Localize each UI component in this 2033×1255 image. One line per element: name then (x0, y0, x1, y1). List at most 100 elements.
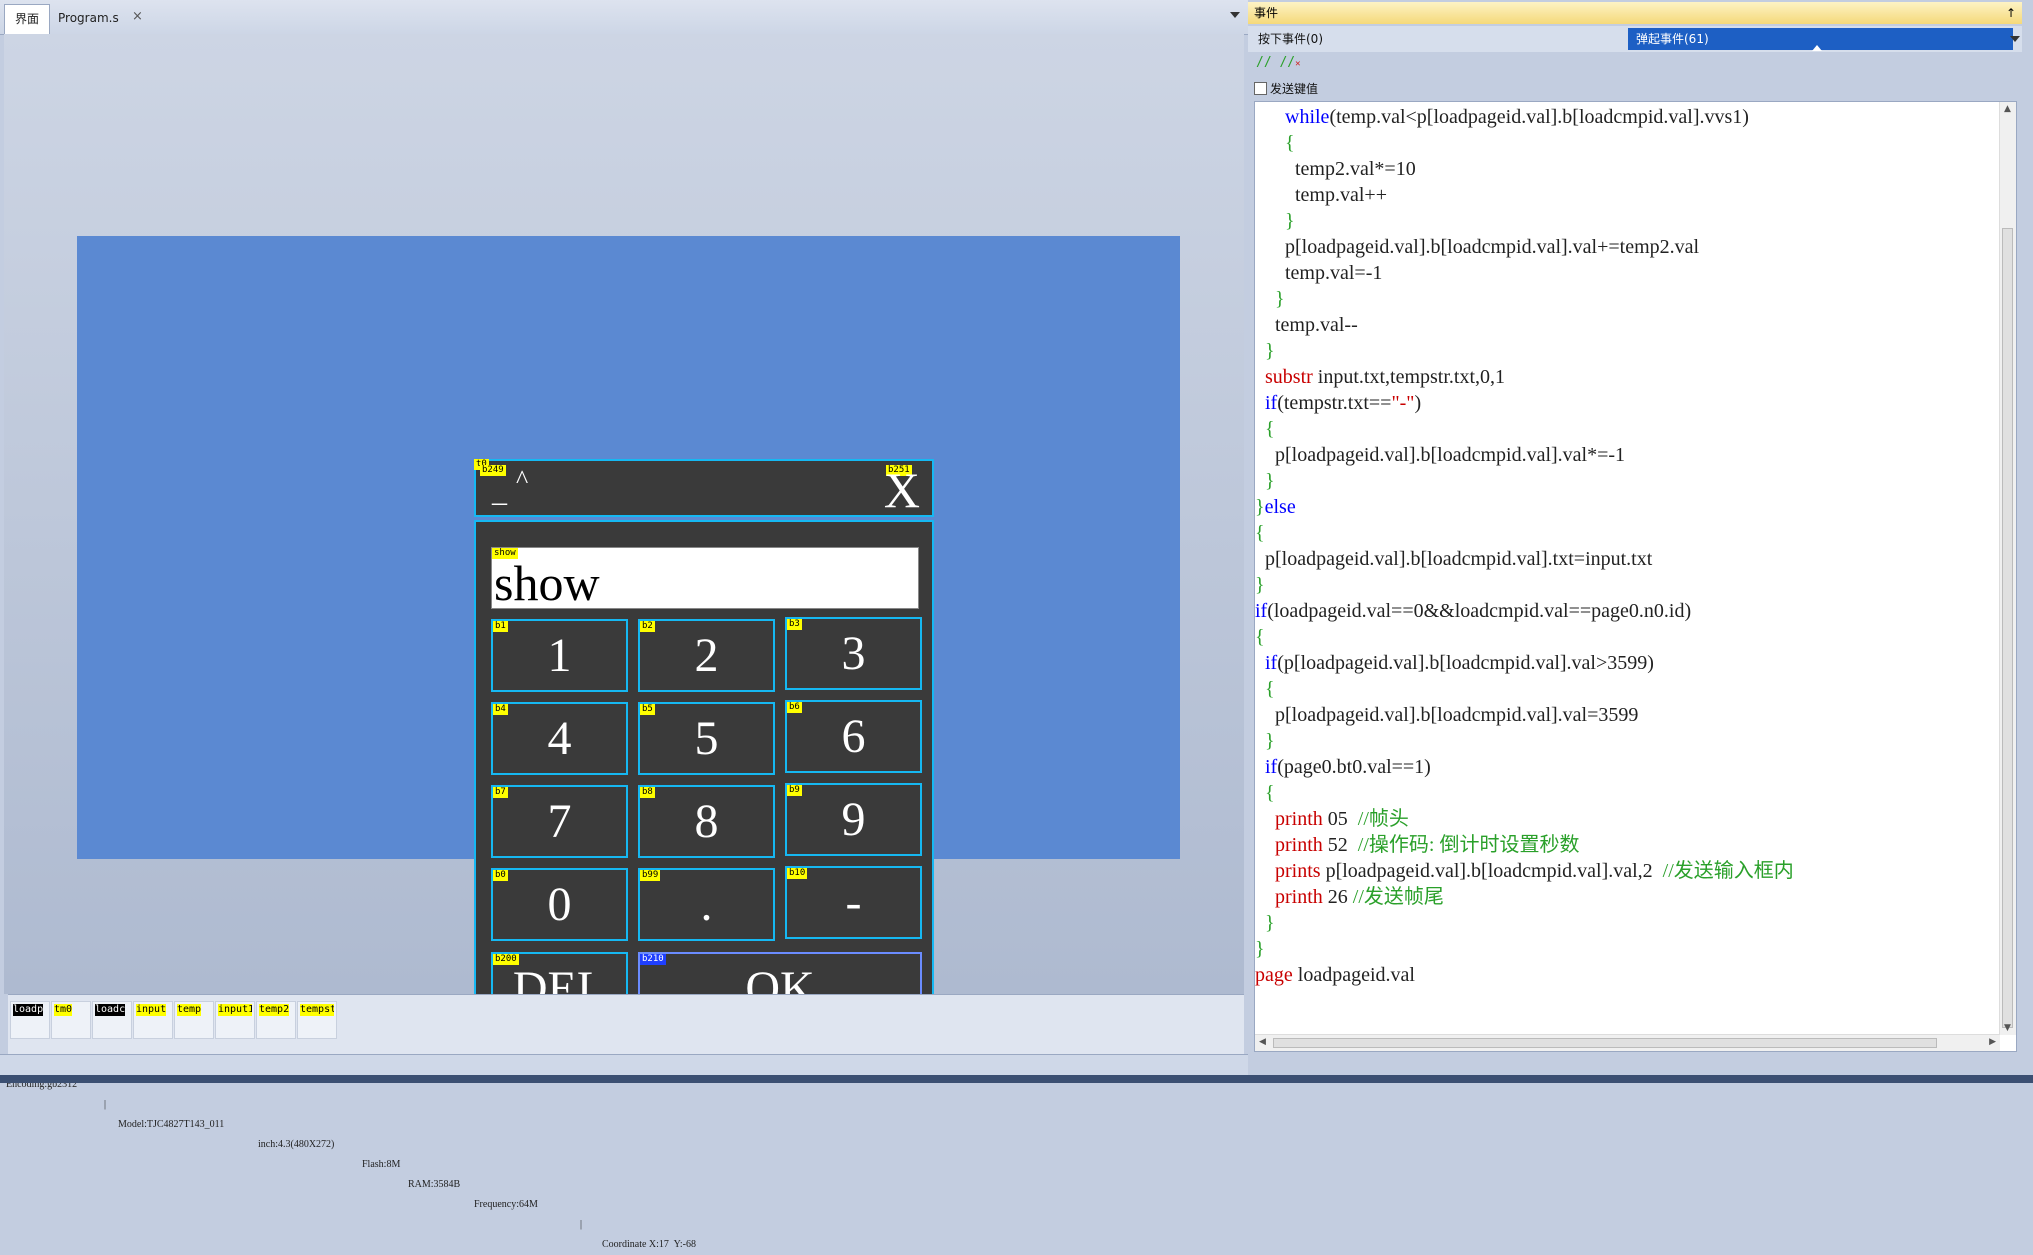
widget-tm0[interactable]: tm0 (51, 1001, 91, 1039)
key-0[interactable]: b0 0 (491, 868, 628, 941)
code-line[interactable]: if(p[loadpageid.val].b[loadcmpid.val].va… (1255, 650, 2000, 676)
code-token: printh (1275, 808, 1323, 830)
code-line[interactable]: p[loadpageid.val].b[loadcmpid.val].val+=… (1255, 234, 2000, 260)
code-line[interactable]: { (1255, 780, 2000, 806)
send-key-option[interactable]: 发送键值 (1254, 80, 1318, 97)
code-line[interactable]: }else (1255, 494, 2000, 520)
code-token: "-" (1391, 392, 1415, 414)
key-4[interactable]: b4 4 (491, 702, 628, 775)
code-line[interactable]: } (1255, 338, 2000, 364)
code-line[interactable]: if(tempstr.txt=="-") (1255, 390, 2000, 416)
vertical-scrollbar[interactable]: ▲ ▼ (1999, 102, 2016, 1035)
widget-loadpageid[interactable]: loadp (10, 1001, 50, 1039)
code-line[interactable]: } (1255, 208, 2000, 234)
code-line[interactable]: } (1255, 572, 2000, 598)
code-line[interactable]: temp.val=-1 (1255, 260, 2000, 286)
code-line[interactable]: p[loadpageid.val].b[loadcmpid.val].val*=… (1255, 442, 2000, 468)
key-label: 2 (694, 629, 719, 682)
send-key-label: 发送键值 (1270, 82, 1319, 96)
scroll-right-icon[interactable]: ▶ (1989, 1037, 1996, 1047)
horizontal-scrollbar[interactable]: ◀ ▶ (1255, 1034, 2000, 1051)
code-line[interactable]: prints p[loadpageid.val].b[loadcmpid.val… (1255, 858, 2000, 884)
key-label: 0 (547, 878, 572, 931)
chevron-down-icon[interactable] (1230, 12, 1240, 18)
close-button[interactable]: X (884, 461, 920, 519)
widget-tempstr[interactable]: tempst (297, 1001, 337, 1039)
scroll-left-icon[interactable]: ◀ (1259, 1037, 1266, 1047)
widget-input1[interactable]: input1 (215, 1001, 255, 1039)
tab-interface[interactable]: 界面 (4, 4, 51, 34)
key-8[interactable]: b8 8 (638, 785, 775, 858)
key-6[interactable]: b6 6 (785, 700, 922, 773)
code-line[interactable]: } (1255, 468, 2000, 494)
code-line[interactable]: { (1255, 130, 2000, 156)
code-line[interactable]: printh 26 //发送帧尾 (1255, 884, 2000, 910)
code-line[interactable]: } (1255, 728, 2000, 754)
key-2[interactable]: b2 2 (638, 619, 775, 692)
code-token: prints (1275, 860, 1321, 882)
code-line[interactable]: temp2.val*=10 (1255, 156, 2000, 182)
code-line[interactable]: temp.val-- (1255, 312, 2000, 338)
widget-loadcmpid[interactable]: loadc (92, 1001, 132, 1039)
key-label: - (845, 876, 862, 929)
widget-temp2[interactable]: temp2 (256, 1001, 296, 1039)
code-line[interactable]: while(temp.val<p[loadpageid.val].b[loadc… (1255, 104, 2000, 130)
tab-press-event[interactable]: 按下事件(0) (1258, 30, 1323, 47)
code-line[interactable]: if(loadpageid.val==0&&loadcmpid.val==pag… (1255, 598, 2000, 624)
horizontal-scroll-thumb[interactable] (1273, 1038, 1937, 1048)
code-token: } (1265, 340, 1275, 362)
uncomment-label: // (1279, 55, 1296, 70)
key-7[interactable]: b7 7 (491, 785, 628, 858)
code-line[interactable]: { (1255, 520, 2000, 546)
tab-release-event[interactable]: 弹起事件(61) (1628, 28, 2013, 51)
code-token: p[loadpageid.val].b[loadcmpid.val].val=3… (1255, 704, 1639, 726)
chevron-down-icon[interactable] (2010, 36, 2020, 42)
code-line[interactable]: { (1255, 676, 2000, 702)
code-line[interactable]: p[loadpageid.val].b[loadcmpid.val].val=3… (1255, 702, 2000, 728)
pin-icon[interactable]: ↑ (2006, 2, 2016, 24)
code-line[interactable]: printh 05 //帧头 (1255, 806, 2000, 832)
comment-icon[interactable]: // (1256, 55, 1272, 70)
code-line[interactable]: { (1255, 416, 2000, 442)
key-minus[interactable]: b10 - (785, 866, 922, 939)
key-9[interactable]: b9 9 (785, 783, 922, 856)
code-token: } (1265, 470, 1275, 492)
code-line[interactable]: temp.val++ (1255, 182, 2000, 208)
vertical-scroll-thumb[interactable] (2002, 228, 2013, 1028)
send-key-checkbox[interactable] (1254, 82, 1267, 95)
design-canvas: t0 b249 _ ^ b251 X show show b1 1 b2 2 b3 3… (4, 34, 1244, 1037)
scroll-up-icon[interactable]: ▲ (2004, 104, 2011, 114)
key-1[interactable]: b1 1 (491, 619, 628, 692)
code-line[interactable]: printh 52 //操作码: 倒计时设置秒数 (1255, 832, 2000, 858)
tab-program[interactable]: Program.s (48, 4, 129, 34)
code-line[interactable]: } (1255, 286, 2000, 312)
key-decimal[interactable]: b99. (638, 868, 775, 941)
code-line[interactable]: { (1255, 624, 2000, 650)
uncomment-icon[interactable]: //✕ (1279, 55, 1300, 70)
scroll-down-icon[interactable]: ▼ (2004, 1023, 2011, 1033)
code-line[interactable]: } (1255, 910, 2000, 936)
caret-button[interactable]: ^ (516, 465, 528, 495)
code-line[interactable]: substr input.txt,tempstr.txt,0,1 (1255, 364, 2000, 390)
display-text: show (494, 555, 600, 611)
code-line[interactable]: page loadpageid.val (1255, 962, 2000, 988)
code-line[interactable]: if(page0.bt0.val==1) (1255, 754, 2000, 780)
close-icon[interactable]: × (132, 9, 143, 24)
code-line[interactable]: } (1255, 936, 2000, 962)
minimize-button[interactable]: _ (492, 475, 507, 509)
code-line[interactable]: p[loadpageid.val].b[loadcmpid.val].txt=i… (1255, 546, 2000, 572)
keypad-titlebar[interactable]: t0 b249 _ ^ b251 X (474, 459, 934, 519)
widget-temp[interactable]: temp (174, 1001, 214, 1039)
key-3[interactable]: b3 3 (785, 617, 922, 690)
widget-input[interactable]: input (133, 1001, 173, 1039)
key-label: 4 (547, 712, 572, 765)
key-5[interactable]: b5 5 (638, 702, 775, 775)
code-token: } (1265, 730, 1275, 752)
code-token: } (1255, 496, 1265, 518)
component-tag: b200 (493, 954, 519, 965)
code-editor[interactable]: while(temp.val<p[loadpageid.val].b[loadc… (1254, 101, 2017, 1052)
display-field[interactable]: show show (491, 547, 919, 611)
